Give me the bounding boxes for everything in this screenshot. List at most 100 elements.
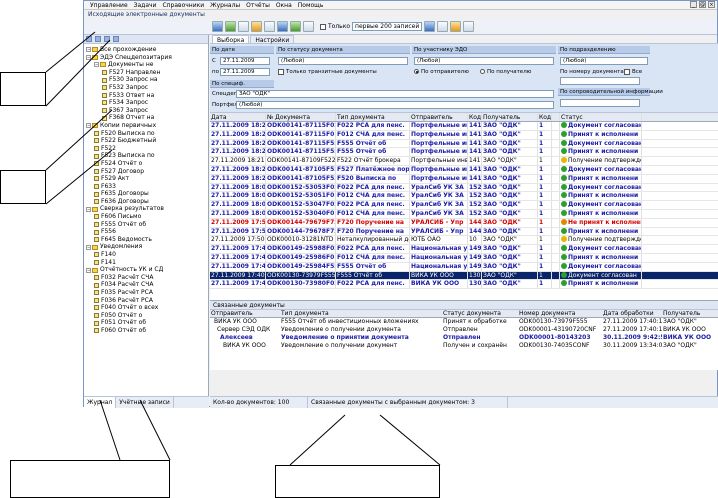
tree-node[interactable]: F533 Ответ на [84,92,208,100]
tree-node[interactable]: F368 Отчет на [84,114,208,122]
table-row[interactable]: 27.11.2009 18:04:0ODK00152-53053F022F022… [210,183,718,193]
date-from-input[interactable]: 27.11.2009 [220,57,270,65]
tree-node[interactable]: − ЭДЭ Спецдепозитария [84,54,208,62]
portfolio-select[interactable]: (Любой) [236,101,554,109]
tree-node[interactable]: F522 Бюджетный [84,137,208,145]
tree-node[interactable]: F635 Договоры [84,190,208,198]
settings-icon[interactable] [303,21,314,32]
tree-filter-icon[interactable] [104,36,110,42]
table-row[interactable]: 27.11.2009 17:40:1 ODK00130-73979F555 F555… [210,271,718,281]
expand-toggle-icon[interactable]: − [86,267,91,273]
table-row[interactable]: 27.11.2009 17:44:0ODK00149-25986F012F012… [210,253,718,263]
lcol-status[interactable]: Статус документа [442,310,518,317]
tree-collapse-icon[interactable] [95,36,101,42]
tree-node[interactable]: F524 Отчёт о [84,160,208,168]
all-checkbox[interactable] [624,69,630,75]
table-row[interactable]: 27.11.2009 18:21:19ODK00141-87109F522F52… [210,157,718,166]
specdep-select[interactable]: ЗАО "ОДК" [236,90,554,98]
linked-row[interactable]: Алексеев Уведомление о принятии документа… [210,334,718,342]
transit-checkbox[interactable] [278,69,284,75]
export-icon[interactable] [264,21,275,32]
table-row[interactable]: 27.11.2009 17:44:0ODK00149-25984F555F555… [210,262,718,272]
tree-node[interactable]: F555 Отчёт об [84,221,208,229]
lcol-flag[interactable] [430,310,442,317]
docnum-input[interactable] [560,77,640,85]
tree-node[interactable]: F520 Выписка по [84,130,208,138]
date-to-input[interactable]: 27.11.2009 [220,68,270,76]
table-row[interactable]: 27.11.2009 18:21:1ODK00141-87105F520F520… [210,174,718,184]
col-doc-number[interactable]: № Документа [266,113,336,121]
tab-journal[interactable]: Журнал [84,397,117,408]
col-recipient[interactable]: Получатель [482,113,538,121]
tree-node[interactable]: F530 Запрос на [84,76,208,84]
participant-select[interactable]: (Любой) [414,57,554,65]
tab-selection[interactable]: Выборка [212,35,250,44]
expand-toggle-icon[interactable]: − [86,244,91,250]
tree-node[interactable]: F140 [84,251,208,259]
menu-item-tasks[interactable]: Задачи [134,2,157,9]
tree-node[interactable]: F034 Расчёт СЧА [84,281,208,289]
tree-node[interactable]: F532 Запрос [84,84,208,92]
tree-close-icon[interactable] [113,36,119,42]
tree-node[interactable]: F534 Запрос [84,99,208,107]
tree-node[interactable]: F040 Отчёт о всех [84,304,208,312]
tree-node[interactable]: − Документы не [84,61,208,69]
tree-node[interactable]: F051 Отчёт об [84,319,208,327]
by-recipient-radio[interactable] [480,69,485,74]
lcol-type[interactable]: Тип документа [280,310,430,317]
lcol-date[interactable]: Дата обработки [602,310,662,317]
search-icon[interactable] [424,21,436,32]
filter-icon[interactable] [277,21,288,32]
table-row[interactable]: 27.11.2009 18:21:1ODK00141-87105F527F527… [210,165,718,175]
expand-toggle-icon[interactable]: − [86,206,91,212]
tree-node[interactable]: F141 [84,259,208,267]
tree-node[interactable]: F556 [84,228,208,236]
menu-item-references[interactable]: Справочники [162,2,204,9]
table-row[interactable]: 27.11.2009 18:03:4ODK00152-53040F012F012… [210,209,718,219]
tree-node[interactable]: F606 Письмо [84,213,208,221]
tree-node[interactable]: F036 Расчёт РСА [84,297,208,305]
tree-expand-icon[interactable] [86,36,92,42]
limit-checkbox[interactable] [320,23,326,30]
expand-toggle-icon[interactable]: − [86,123,91,129]
tree-node[interactable]: − Все прохождение [84,46,208,54]
tree-node[interactable]: − Отчётность УК и СД [84,266,208,274]
linked-row[interactable]: Сервер СЭД ОДК Уведомление о получении до… [210,326,718,334]
tree-node[interactable]: F529 Акт [84,175,208,183]
refresh-icon[interactable] [212,21,223,32]
table-row[interactable]: 27.11.2009 17:45:1ODK00149-25988F022F022… [210,245,718,254]
tree-node[interactable]: F527 Договор [84,168,208,176]
print-icon[interactable] [238,21,249,32]
tree-node[interactable]: F032 Расчёт СЧА [84,274,208,282]
restore-button[interactable]: @ [699,1,706,8]
table-row[interactable]: 27.11.2009 18:21:2ODK00141-87115F555F555… [210,139,718,149]
tree-node[interactable]: F522 [84,145,208,153]
division-select[interactable]: (Любой) [560,57,648,65]
table-row[interactable]: 27.11.2009 18:03:5ODK00152-53047F022F022… [210,201,718,210]
tree-node[interactable]: F035 Расчёт РСА [84,289,208,297]
linked-row[interactable]: ВИКА УК ООО Уведомление о получении докум… [210,342,718,350]
col-sender[interactable]: Отправитель [410,113,468,121]
tab-accounts[interactable]: Учётные записи [116,397,174,408]
tree-node[interactable]: F527 Направлен [84,69,208,77]
menu-item-windows[interactable]: Окна [276,2,292,9]
table-row[interactable]: 27.11.2009 17:40:1ODK00130-73980F022F022… [210,280,718,290]
tab-settings[interactable]: Настройки [250,35,295,44]
menu-item-manage[interactable]: Управление [90,2,128,9]
table-row[interactable]: 27.11.2009 18:21:2ODK00141-87115F022F022… [210,122,718,131]
limit-select[interactable]: первые 200 записей [352,22,423,31]
lcol-number[interactable]: Номер документа [518,310,602,317]
table-row[interactable]: 27.11.2009 18:21:2ODK00141-87115F012F012… [210,130,718,140]
table-row[interactable]: 27.11.2009 17:55:1ODK00144-79678F720F720… [210,227,718,237]
tree-node[interactable]: F367 Запрос [84,107,208,115]
lcol-recipient[interactable]: Получатель [662,310,712,317]
expand-toggle-icon[interactable]: − [86,54,91,60]
tree-node[interactable]: F523 Выписка по [84,152,208,160]
grid-icon[interactable] [437,21,449,32]
sign-icon[interactable] [251,21,262,32]
close-button[interactable]: × [708,1,715,8]
tree-node[interactable]: − Уведомления [84,243,208,251]
col-doc-type[interactable]: Тип документа [336,113,410,121]
folder-icon[interactable] [450,21,462,32]
extra-info-input[interactable] [560,99,640,107]
